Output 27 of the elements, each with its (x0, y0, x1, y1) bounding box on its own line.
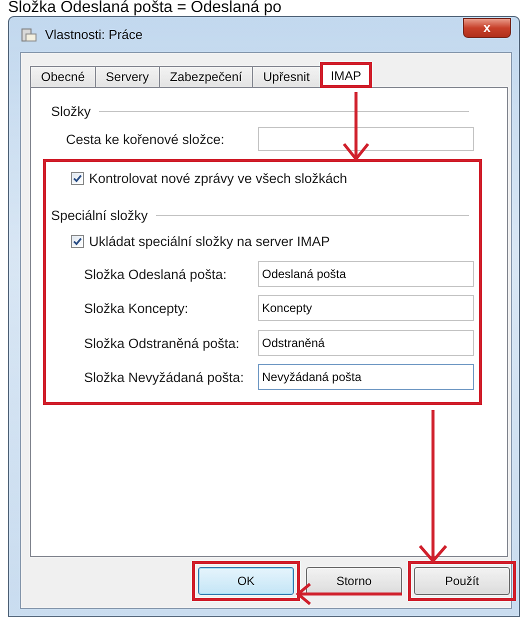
checkmark-icon (73, 174, 82, 182)
dialog-button[interactable]: Storno (306, 567, 402, 595)
caption-text: Složka Odeslaná pošta = Odeslaná po (7, 0, 283, 16)
checkmark-icon (73, 236, 82, 246)
tab[interactable]: Upřesnit (252, 66, 321, 88)
tab[interactable]: Obecné (30, 66, 96, 88)
field-label: Složka Koncepty: (84, 300, 190, 316)
group-legend: Speciální složky (51, 208, 148, 222)
root-path-field[interactable] (258, 127, 474, 151)
folder-field[interactable]: Odstraněná (258, 330, 474, 356)
field-label: Složka Odeslaná pošta: (84, 266, 228, 282)
dialog-button[interactable]: OK (198, 567, 294, 595)
window-title: Vlastnosti: Práce (45, 27, 144, 42)
folder-field[interactable]: Odeslaná pošta (258, 261, 474, 287)
tab[interactable]: Servery (94, 66, 160, 88)
folder-field[interactable]: Nevyžádaná pošta (258, 364, 474, 390)
field-label: Cesta ke kořenové složce: (66, 132, 226, 146)
group-legend: Složky (51, 104, 91, 118)
field-label: Složka Nevyžádaná pošta: (84, 370, 245, 384)
tab[interactable]: Zabezpečení (158, 66, 254, 88)
close-button[interactable]: x (463, 18, 511, 38)
dialog-button[interactable]: Použít (414, 567, 510, 595)
checkbox[interactable]: Ukládat speciální složky na server IMAP (46, 231, 479, 251)
field-label: Složka Odstraněná pošta: (84, 336, 240, 350)
tab[interactable]: IMAP (320, 62, 372, 88)
checkbox[interactable]: Kontrolovat nové zprávy ve všech složkách (46, 168, 479, 188)
folder-field[interactable]: Koncepty (258, 295, 474, 321)
